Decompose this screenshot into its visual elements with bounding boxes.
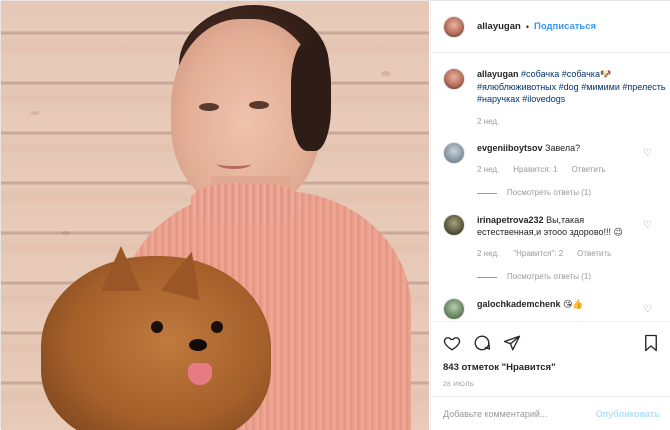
post-date[interactable]: 28 июль bbox=[443, 381, 660, 388]
view-replies-button[interactable]: Посмотреть ответы (1) bbox=[477, 271, 647, 284]
comment-like-heart-icon[interactable]: ♡ bbox=[643, 304, 652, 315]
wood-knot bbox=[31, 111, 39, 115]
post-photo[interactable] bbox=[1, 1, 429, 430]
comment-like-heart-icon[interactable]: ♡ bbox=[643, 220, 652, 231]
replies-divider bbox=[477, 276, 497, 278]
view-replies-label: Посмотреть ответы (1) bbox=[507, 272, 592, 281]
comment-meta: 2 нед. Нравится: 1 Ответить bbox=[477, 164, 647, 177]
hashtag-link[interactable]: #dog bbox=[559, 82, 579, 92]
header-separator: • bbox=[525, 21, 529, 32]
wood-knot bbox=[61, 231, 70, 235]
comment-likes[interactable]: Нравится: 1 bbox=[513, 164, 557, 177]
commenter-username[interactable]: evgeniiboytsov bbox=[477, 143, 543, 153]
comment-meta: 2 нед. "Нравится": 2 Ответить bbox=[477, 248, 647, 261]
comment-input[interactable] bbox=[443, 408, 593, 419]
reply-button[interactable]: Ответить bbox=[571, 164, 605, 177]
heart-icon[interactable] bbox=[443, 334, 461, 352]
replies-divider bbox=[477, 192, 497, 194]
post-side-panel: allayugan • Подписаться allayugan #собач… bbox=[430, 1, 670, 430]
comment-text: 😘👍 bbox=[563, 298, 584, 309]
photo-mouth bbox=[217, 159, 251, 169]
caption-time[interactable]: 2 нед. bbox=[477, 116, 667, 129]
comment-item: irinapetrova232 Вы,такая естественная,и … bbox=[443, 213, 670, 284]
comments-list[interactable]: allayugan #собачка #собачка🐶 #ялюблюживо… bbox=[431, 54, 670, 320]
likes-count[interactable]: 843 отметок "Нравится" bbox=[443, 362, 660, 373]
comment-time[interactable]: 2 нед. bbox=[477, 164, 499, 177]
comment-icon[interactable] bbox=[473, 334, 491, 352]
comment-item: evgeniiboytsov Завела? 2 нед. Нравится: … bbox=[443, 142, 670, 200]
view-replies-label: Посмотреть ответы (1) bbox=[507, 188, 592, 197]
bookmark-icon[interactable] bbox=[642, 334, 660, 352]
follow-button[interactable]: Подписаться bbox=[534, 21, 596, 32]
photo-dog-tongue bbox=[188, 363, 212, 385]
hashtag-link[interactable]: #ялюблюживотных bbox=[477, 82, 556, 92]
caption-username[interactable]: allayugan bbox=[477, 69, 519, 79]
add-comment-bar: Опубликовать bbox=[431, 396, 670, 430]
hashtag-link[interactable]: #собачка bbox=[521, 69, 559, 79]
caption-body: allayugan #собачка #собачка🐶 #ялюблюживо… bbox=[477, 68, 667, 128]
photo-dog-eye bbox=[151, 321, 163, 333]
commenter-avatar[interactable] bbox=[443, 297, 465, 320]
view-replies-button[interactable]: Посмотреть ответы (1) bbox=[477, 187, 647, 200]
commenter-avatar[interactable] bbox=[443, 142, 465, 164]
commenter-avatar[interactable] bbox=[443, 213, 465, 236]
comment-item: galochkademchenk 😘👍 ♡ bbox=[443, 297, 670, 320]
author-username[interactable]: allayugan bbox=[477, 21, 521, 32]
comment-time[interactable]: 2 нед. bbox=[477, 248, 499, 261]
caption-avatar[interactable] bbox=[443, 68, 465, 90]
post-actions: 843 отметок "Нравится" 28 июль bbox=[431, 321, 670, 388]
photo-dog-ear bbox=[101, 246, 141, 291]
wood-knot bbox=[381, 71, 391, 76]
comment-likes[interactable]: "Нравится": 2 bbox=[513, 248, 563, 261]
reply-button[interactable]: Ответить bbox=[577, 248, 611, 261]
photo-collar bbox=[191, 183, 301, 223]
comment-body: evgeniiboytsov Завела? 2 нед. Нравится: … bbox=[477, 142, 647, 200]
comment-text: Завела? bbox=[545, 143, 581, 153]
comment-body: galochkademchenk 😘👍 bbox=[477, 298, 647, 320]
photo-hair-side bbox=[291, 41, 331, 151]
post-header: allayugan • Подписаться bbox=[431, 1, 670, 53]
hashtag-link[interactable]: #прелесть bbox=[622, 82, 665, 92]
photo-eye bbox=[199, 103, 219, 111]
share-icon[interactable] bbox=[503, 334, 521, 352]
photo-dog-eye bbox=[211, 321, 223, 333]
hashtag-link[interactable]: #ilovedogs bbox=[522, 94, 565, 104]
post-caption: allayugan #собачка #собачка🐶 #ялюблюживо… bbox=[443, 68, 670, 128]
commenter-username[interactable]: irinapetrova232 bbox=[477, 215, 544, 225]
action-icons bbox=[443, 332, 660, 354]
comment-body: irinapetrova232 Вы,такая естественная,и … bbox=[477, 214, 647, 284]
publish-comment-button[interactable]: Опубликовать bbox=[596, 409, 660, 419]
commenter-username[interactable]: galochkademchenk bbox=[477, 299, 561, 309]
hashtag-link[interactable]: #собачка🐶 bbox=[562, 69, 611, 79]
comment-like-heart-icon[interactable]: ♡ bbox=[643, 148, 652, 159]
photo-eye bbox=[249, 101, 269, 109]
photo-dog-nose bbox=[189, 339, 207, 351]
author-avatar[interactable] bbox=[443, 15, 465, 38]
photo-dog bbox=[41, 256, 271, 430]
hashtag-link[interactable]: #наручках bbox=[477, 94, 520, 104]
hashtag-link[interactable]: #мимими bbox=[581, 82, 620, 92]
instagram-post: allayugan • Подписаться allayugan #собач… bbox=[0, 0, 670, 430]
